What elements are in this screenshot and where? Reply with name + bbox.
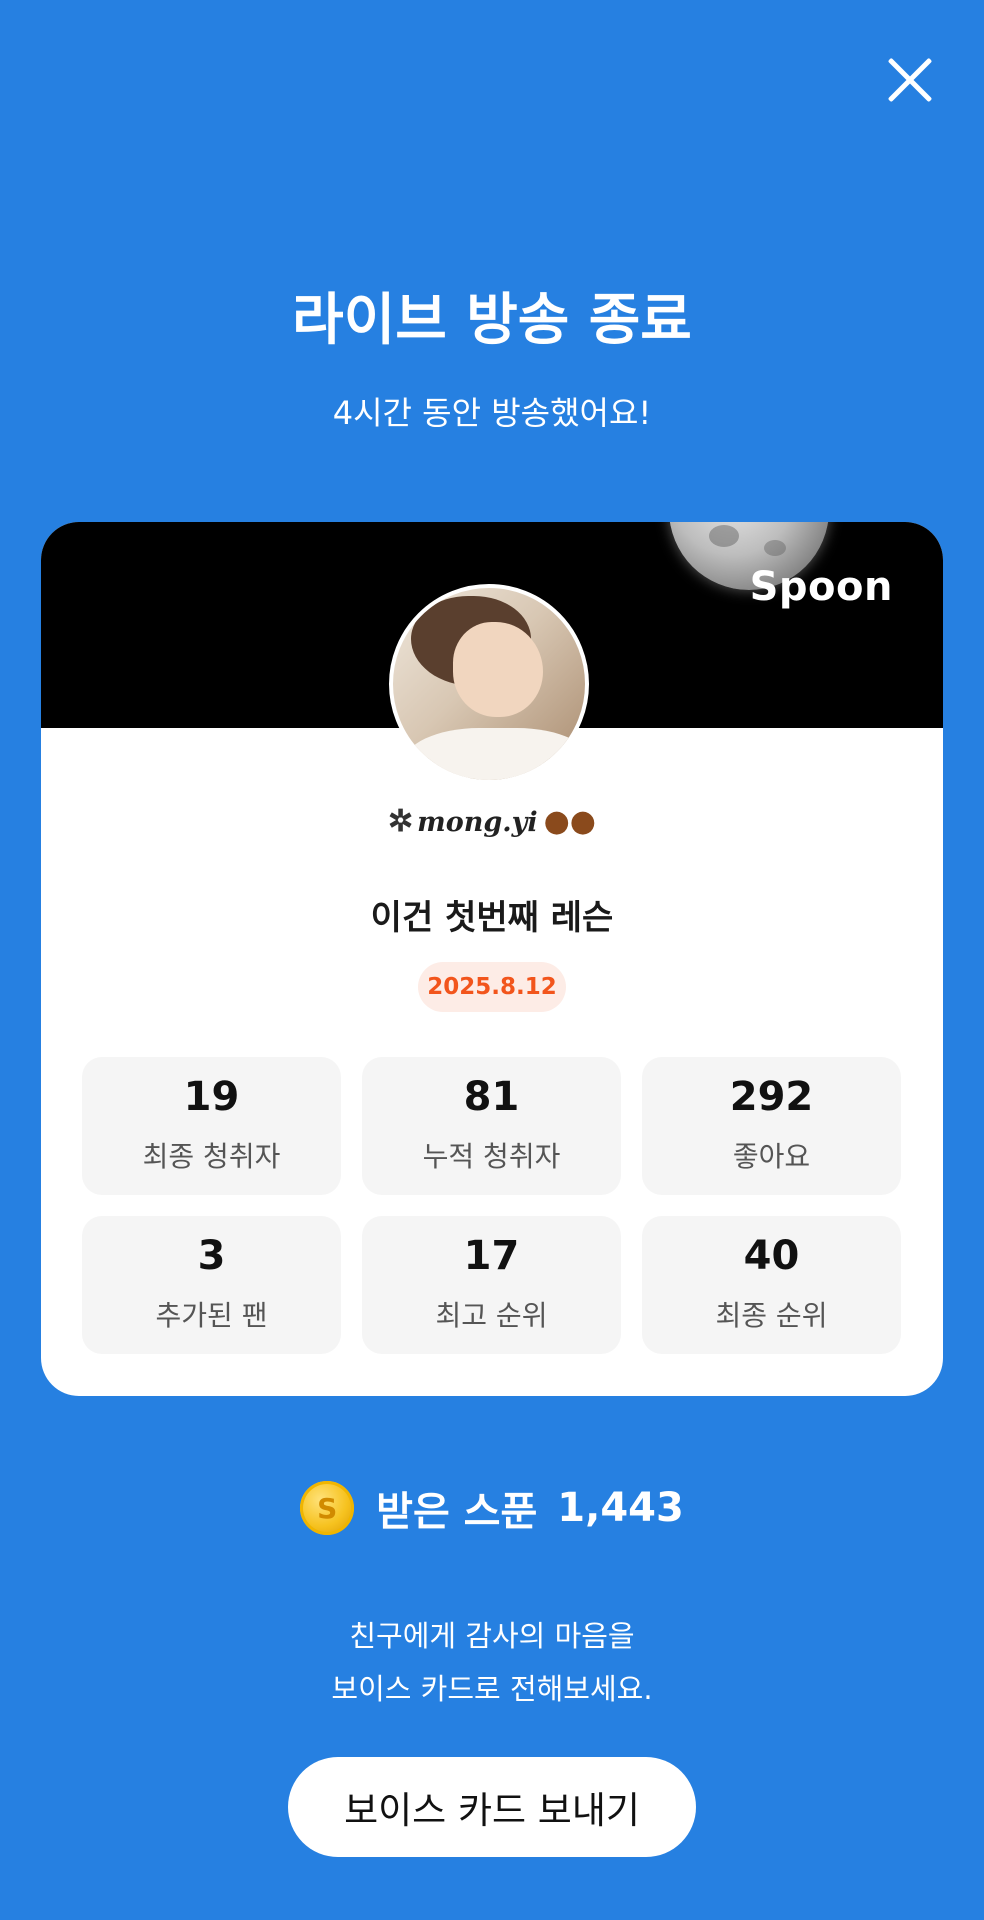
thanks-line-2: 보이스 카드로 전해보세요.	[331, 1672, 653, 1706]
stat-value: 3	[197, 1233, 226, 1279]
spoons-label: 받은 스푼	[376, 1489, 538, 1535]
stat-final-listeners: 19 최종 청취자	[82, 1057, 341, 1195]
stat-label: 누적 청취자	[422, 1140, 561, 1173]
thanks-line-1: 친구에게 감사의 마음을	[349, 1619, 635, 1653]
spoons-count: 1,443	[557, 1485, 684, 1531]
stat-final-rank: 40 최종 순위	[642, 1216, 901, 1354]
stat-label: 최종 순위	[715, 1299, 828, 1332]
stat-best-rank: 17 최고 순위	[362, 1216, 621, 1354]
stat-label: 추가된 팬	[155, 1299, 268, 1332]
stat-value: 40	[743, 1233, 800, 1279]
broadcast-duration: 4시간 동안 방송했어요!	[332, 394, 652, 432]
stat-value: 81	[463, 1074, 520, 1120]
stats-grid: 19 최종 청취자 81 누적 청취자 292 좋아요 3 추가된 팬 17 최…	[82, 1057, 902, 1354]
broadcast-summary-card: Spoon ✲ mong.yi ●● 이건 첫번째 레슨 2025.8.12 19 …	[41, 522, 943, 1396]
pinwheel-icon: ✲	[388, 804, 414, 839]
date-badge: 2025.8.12	[418, 962, 566, 1012]
stat-label: 최종 청취자	[142, 1140, 281, 1173]
close-icon[interactable]	[882, 52, 938, 108]
stat-label: 최고 순위	[435, 1299, 548, 1332]
stat-new-fans: 3 추가된 팬	[82, 1216, 341, 1354]
thanks-message: 친구에게 감사의 마음을 보이스 카드로 전해보세요.	[0, 1610, 984, 1716]
avatar	[389, 584, 589, 784]
stat-total-listeners: 81 누적 청취자	[362, 1057, 621, 1195]
brand-logo: Spoon	[749, 564, 893, 610]
page-title: 라이브 방송 종료	[292, 288, 692, 353]
stat-label: 좋아요	[732, 1140, 811, 1173]
stat-value: 17	[463, 1233, 520, 1279]
stat-value: 292	[729, 1074, 814, 1120]
received-spoons: S 받은 스푼 1,443	[0, 1480, 984, 1536]
nickname-text: mong.yi	[417, 807, 538, 838]
stat-likes: 292 좋아요	[642, 1057, 901, 1195]
broadcast-title: 이건 첫번째 레슨	[370, 898, 614, 938]
paw-icon: ●●	[543, 804, 596, 839]
send-voice-card-button[interactable]: 보이스 카드 보내기	[288, 1757, 696, 1857]
stat-value: 19	[183, 1074, 240, 1120]
coin-icon: S	[300, 1481, 355, 1535]
dj-nickname: ✲ mong.yi ●●	[41, 804, 943, 839]
